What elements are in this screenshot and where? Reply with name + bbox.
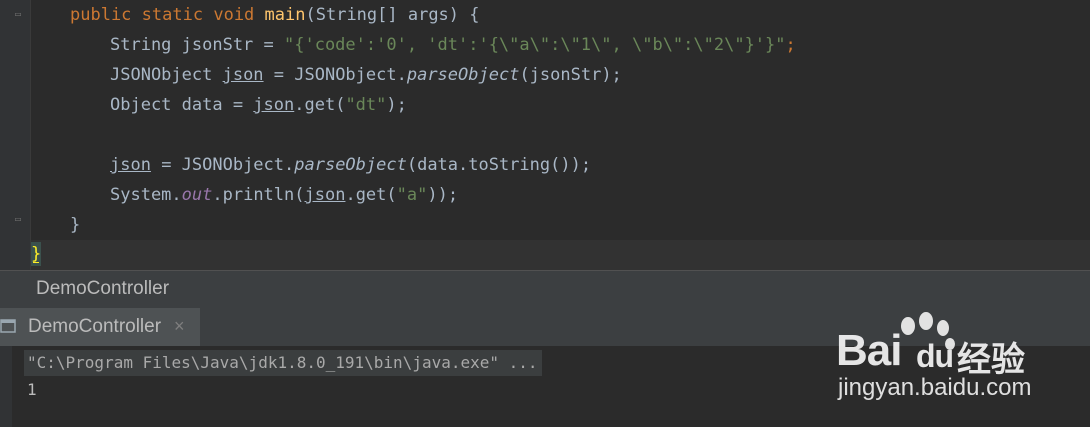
run-console-icon [0, 319, 16, 333]
method-name: main [264, 5, 306, 25]
code-text: = JSONObject. [263, 65, 407, 85]
close-icon[interactable]: × [174, 316, 185, 337]
current-line-highlight [31, 240, 1090, 270]
static-method: parseObject [294, 155, 407, 175]
code-line-3[interactable]: JSONObject json = JSONObject.parseObject… [110, 60, 622, 90]
code-line-7[interactable]: System.out.println(json.get("a")); [110, 180, 458, 210]
code-text: .get( [294, 95, 346, 115]
keyword: static [141, 5, 204, 25]
editor-gutter: ▭ ▭ [0, 0, 31, 270]
code-text: (jsonStr); [519, 65, 622, 85]
variable: json [222, 65, 264, 85]
code-text: Object data = [110, 95, 254, 115]
semicolon: ; [785, 35, 796, 55]
code-line-2[interactable]: String jsonStr = "{'code':'0', 'dt':'{\"… [110, 30, 796, 60]
matched-brace[interactable]: } [31, 242, 41, 266]
variable: json [304, 185, 346, 205]
baidu-jingyan-watermark: Bai du 经验 jingyan.baidu.com [832, 312, 1082, 422]
code-text: = JSONObject. [150, 155, 295, 175]
code-line-6[interactable]: json = JSONObject.parseObject(data.toStr… [110, 150, 591, 180]
console-side-strip [0, 346, 12, 427]
code-text: System. [110, 185, 182, 205]
code-text: (data.toString()); [406, 155, 592, 175]
code-editor[interactable]: ▭ ▭ public static void main(String[] arg… [0, 0, 1090, 270]
variable: json [253, 95, 295, 115]
string-literal: "a" [396, 185, 428, 205]
code-text: ); [386, 95, 407, 115]
code-line-4[interactable]: Object data = json.get("dt"); [110, 90, 407, 120]
console-command-line[interactable]: "C:\Program Files\Java\jdk1.8.0_191\bin\… [24, 350, 542, 376]
run-tab[interactable]: DemoController × [0, 308, 200, 346]
breadcrumb-item[interactable]: DemoController [36, 278, 169, 300]
watermark-brand-left: Bai [836, 326, 902, 375]
code-line-8[interactable]: } [70, 210, 80, 240]
code-line-1[interactable]: public static void main(String[] args) { [70, 0, 480, 30]
code-text: JSONObject [110, 65, 223, 85]
variable: json [110, 155, 151, 175]
watermark-url: jingyan.baidu.com [838, 374, 1032, 401]
watermark-brand-right: du [916, 338, 954, 374]
fold-marker-icon[interactable]: ▭ [15, 10, 24, 20]
string-literal: "{'code':'0', 'dt':'{\"a\":\"1\", \"b\":… [284, 35, 786, 55]
code-text: .get( [345, 185, 397, 205]
static-field: out [181, 185, 213, 205]
static-method: parseObject [406, 65, 520, 85]
indent-guide [30, 0, 31, 270]
keyword: public [70, 5, 132, 25]
code-text: (String[] args) { [305, 5, 480, 25]
string-literal: "dt" [345, 95, 387, 115]
run-tab-label: DemoController [28, 316, 162, 337]
code-text: .println( [212, 185, 305, 205]
code-text: )); [427, 185, 459, 205]
breadcrumb: DemoController [0, 270, 1090, 309]
console-output: 1 [27, 380, 37, 399]
fold-marker-icon[interactable]: ▭ [15, 215, 24, 225]
closing-brace: } [70, 215, 81, 235]
keyword: void [213, 5, 255, 25]
code-text: String jsonStr = [110, 35, 284, 55]
